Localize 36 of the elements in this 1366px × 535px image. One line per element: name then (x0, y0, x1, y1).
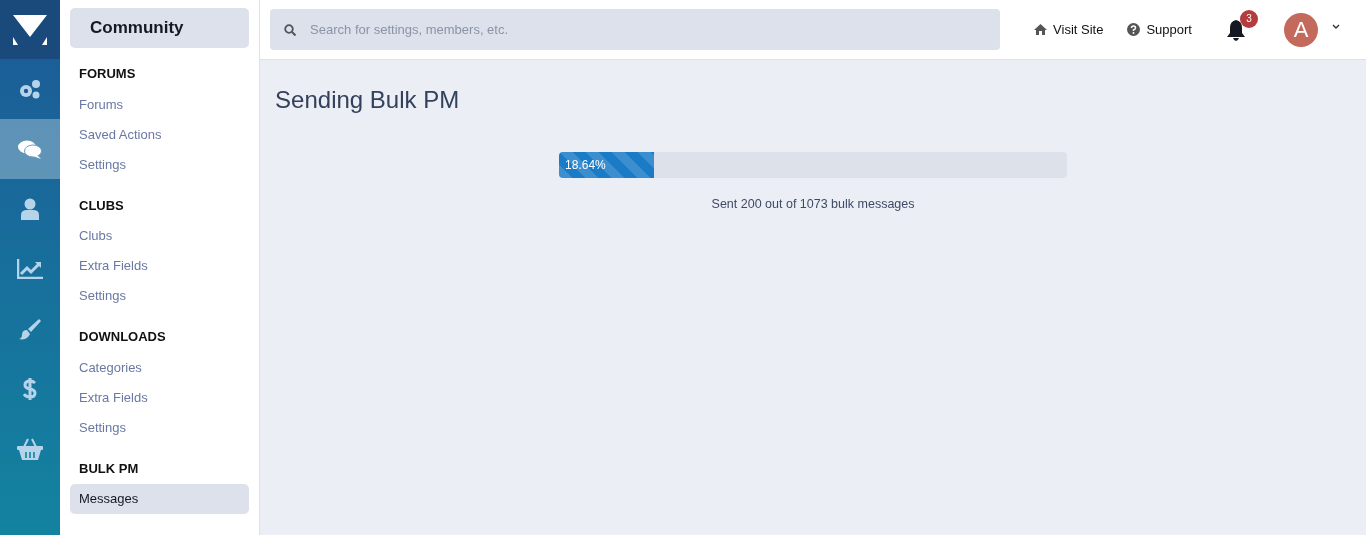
sidebar-link[interactable]: Messages (70, 484, 250, 514)
sidebar-link[interactable]: Clubs (70, 221, 250, 251)
section-heading: DOWNLOADS (78, 328, 167, 346)
chat-icon (18, 139, 42, 159)
user-avatar[interactable]: A (1284, 12, 1318, 47)
sidebar-link[interactable]: Extra Fields (70, 251, 250, 281)
sidebar-link[interactable]: Forums (70, 89, 250, 120)
paintbrush-icon (19, 318, 41, 340)
logo-icon (13, 14, 47, 45)
user-icon (21, 198, 39, 220)
sidebar-title: Community (70, 8, 250, 48)
sidebar-link[interactable]: Extra Fields (70, 382, 250, 413)
basket-icon (17, 438, 43, 460)
section-heading: BULK PM (78, 459, 140, 478)
notification-badge: 3 (1240, 9, 1258, 28)
sidebar-link[interactable]: Saved Actions (70, 119, 250, 150)
dollar-icon (23, 377, 37, 401)
sidebar-link[interactable]: Settings (70, 412, 250, 443)
section-heading: CLUBS (78, 196, 125, 215)
sidebar-link[interactable]: Categories (70, 352, 250, 383)
home-icon (1034, 24, 1048, 35)
header-link[interactable]: Support (1127, 19, 1192, 40)
sidebar-link[interactable]: Settings (70, 281, 250, 311)
progress-reading: 18.64% (565, 157, 606, 172)
line-chart-icon (17, 259, 43, 279)
header-link[interactable]: Visit Site (1034, 19, 1104, 40)
sidebar-link[interactable]: Settings (70, 149, 250, 180)
page-title: Sending Bulk PM (275, 86, 461, 115)
bell-icon[interactable] (1226, 18, 1246, 41)
status-text: Sent 200 out of 1073 bulk messages (710, 195, 916, 213)
caret-icon[interactable] (1332, 24, 1340, 29)
search-field[interactable]: Search for settings, members, etc. (270, 9, 1001, 50)
section-heading: FORUMS (78, 65, 137, 83)
nav-tab[interactable] (0, 119, 60, 179)
help-icon (1127, 23, 1141, 36)
gears-icon (18, 78, 42, 100)
